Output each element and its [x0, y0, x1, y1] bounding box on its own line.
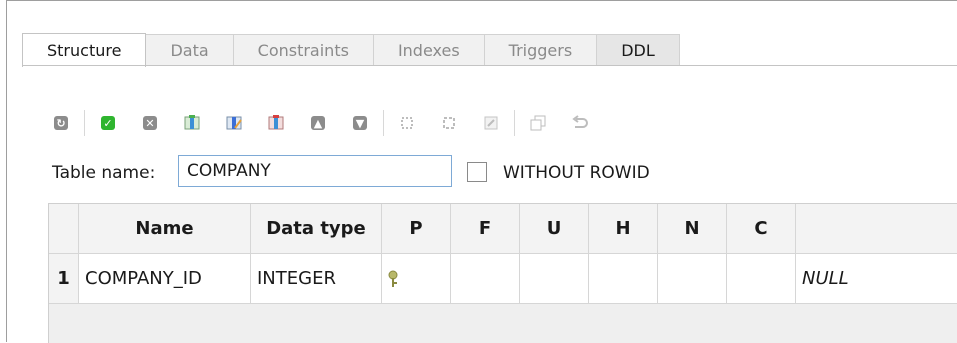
refresh-button[interactable]: ↻ — [50, 112, 72, 134]
column-header-unique[interactable]: U — [520, 204, 589, 254]
data-type-cell[interactable]: INTEGER — [251, 254, 382, 304]
row-number: 1 — [49, 254, 79, 304]
add-constraint-icon — [401, 117, 413, 129]
commit-icon: ✓ — [101, 116, 115, 130]
grid-header-row: Name Data type P F U H N C — [49, 204, 957, 254]
column-header-collate[interactable]: C — [727, 204, 796, 254]
toolbar-separator — [514, 110, 515, 136]
refresh-icon: ↻ — [54, 116, 68, 130]
arrow-up-icon: ▲ — [311, 116, 325, 130]
tab-ddl[interactable]: DDL — [596, 34, 680, 66]
toolbar-separator — [84, 110, 85, 136]
structure-toolbar: ↻ ✓ ✕ ▲ ▼ — [50, 110, 611, 136]
edit-constraint-icon — [443, 117, 455, 129]
unique-cell[interactable] — [520, 254, 589, 304]
collate-cell[interactable] — [727, 254, 796, 304]
undo-icon — [572, 115, 588, 128]
column-header-foreign-key[interactable]: F — [451, 204, 520, 254]
rollback-icon: ✕ — [143, 116, 157, 130]
delete-constraint-icon — [484, 116, 498, 130]
column-header-name[interactable]: Name — [79, 204, 251, 254]
arrow-down-icon: ▼ — [353, 116, 367, 130]
tab-indexes[interactable]: Indexes — [372, 34, 485, 66]
delete-column-icon — [268, 115, 284, 130]
undo-button[interactable] — [569, 112, 591, 134]
tab-triggers[interactable]: Triggers — [483, 34, 598, 66]
default-value-cell[interactable]: NULL — [796, 254, 957, 304]
rollback-button[interactable]: ✕ — [139, 112, 161, 134]
key-icon — [388, 270, 398, 287]
commit-button[interactable]: ✓ — [97, 112, 119, 134]
check-cell[interactable] — [589, 254, 658, 304]
not-null-cell[interactable] — [658, 254, 727, 304]
add-constraint-button[interactable] — [396, 112, 418, 134]
add-column-button[interactable] — [181, 112, 203, 134]
table-row[interactable]: 1 COMPANY_ID INTEGER NULL — [49, 254, 957, 304]
column-header-check[interactable]: H — [589, 204, 658, 254]
column-name-cell[interactable]: COMPANY_ID — [79, 254, 251, 304]
delete-constraint-button[interactable] — [480, 112, 502, 134]
copy-icon — [530, 115, 546, 131]
tab-structure[interactable]: Structure — [22, 33, 147, 67]
tab-bar: Structure Data Constraints Indexes Trigg… — [22, 33, 680, 67]
primary-key-cell[interactable] — [382, 254, 451, 304]
edit-column-icon — [226, 116, 242, 130]
foreign-key-cell[interactable] — [451, 254, 520, 304]
edit-constraint-button[interactable] — [438, 112, 460, 134]
edit-column-button[interactable] — [223, 112, 245, 134]
move-down-button[interactable]: ▼ — [349, 112, 371, 134]
delete-column-button[interactable] — [265, 112, 287, 134]
without-rowid-label: WITHOUT ROWID — [503, 163, 650, 183]
column-header-primary-key[interactable]: P — [382, 204, 451, 254]
column-header-not-null[interactable]: N — [658, 204, 727, 254]
toolbar-separator — [383, 110, 384, 136]
row-number-header — [49, 204, 79, 254]
columns-grid: Name Data type P F U H N C 1 COMPANY_ID … — [48, 203, 957, 343]
column-header-data-type[interactable]: Data type — [251, 204, 382, 254]
add-column-icon — [184, 115, 200, 130]
copy-button[interactable] — [527, 112, 549, 134]
without-rowid-checkbox[interactable] — [467, 162, 487, 182]
tab-data[interactable]: Data — [145, 34, 234, 66]
move-up-button[interactable]: ▲ — [307, 112, 329, 134]
table-name-label: Table name: — [52, 163, 156, 183]
column-header-default[interactable] — [796, 204, 957, 254]
tab-underline — [22, 65, 957, 66]
tab-constraints[interactable]: Constraints — [232, 34, 374, 66]
table-name-input[interactable] — [178, 155, 452, 187]
